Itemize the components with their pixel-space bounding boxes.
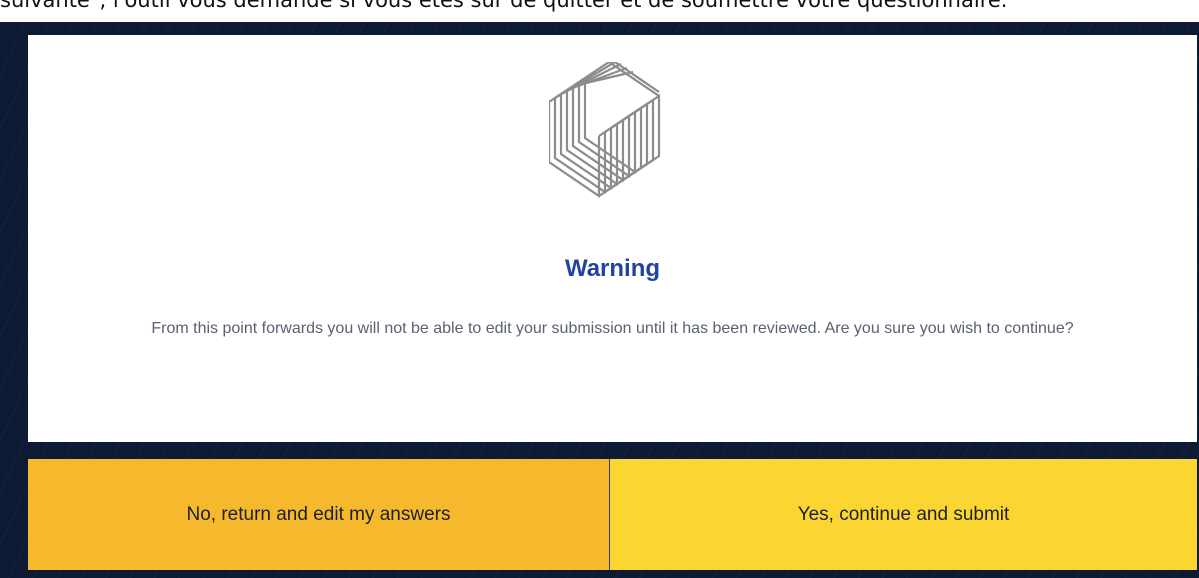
page: { "header_text": "suivante\", l'outil vo… [0, 0, 1199, 578]
dialog-message: From this point forwards you will not be… [151, 320, 1074, 337]
dialog-title: Warning [564, 255, 661, 282]
return-and-edit-button[interactable]: No, return and edit my answers [28, 459, 609, 570]
cube-lines-logo-icon [549, 62, 661, 199]
continue-and-submit-button[interactable]: Yes, continue and submit [610, 459, 1197, 570]
document-text-strip: suivante", l'outil vous demande si vous … [0, 0, 1199, 22]
document-text: suivante", l'outil vous demande si vous … [0, 0, 1008, 12]
